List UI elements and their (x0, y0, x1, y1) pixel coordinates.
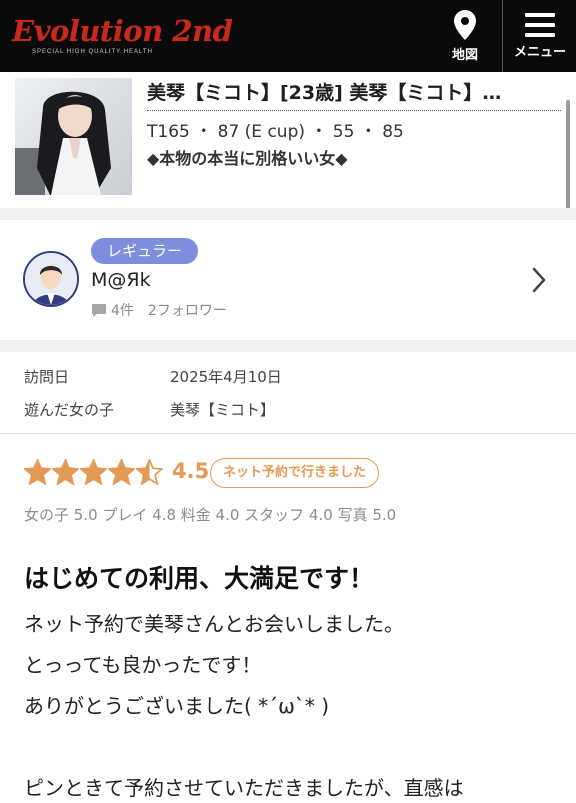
cast-catchphrase: ◆本物の本当に別格いい女◆ (147, 149, 348, 168)
menu-button[interactable]: メニュー (502, 0, 576, 72)
section-divider (0, 208, 576, 220)
star-icon (24, 459, 51, 486)
star-icon (52, 459, 79, 486)
cast-photo-image (15, 78, 132, 195)
girl-label: 遊んだ女の子 (24, 401, 115, 419)
map-pin-icon (454, 9, 476, 40)
avatar (23, 251, 79, 307)
review-line: ネット予約で美琴さんとお会いしました。 (24, 612, 404, 636)
logo-text: Evolution 2nd (12, 14, 233, 48)
review-title: はじめての利用、大満足です！ (24, 564, 375, 593)
logo-tagline: SPECIAL HIGH QUALITY HEALTH (32, 49, 153, 55)
rating-score: 4.5 (172, 459, 210, 483)
user-avatar-icon (25, 253, 77, 305)
subscores: 女の子 5.0 プレイ 4.8 料金 4.0 スタッフ 4.0 写真 5.0 (24, 506, 397, 524)
comment-icon (92, 303, 106, 317)
divider-line (0, 433, 576, 434)
review-count: 4件 (111, 303, 134, 319)
hamburger-menu-icon (525, 12, 555, 37)
section-divider (0, 340, 576, 352)
reviewer-meta: 4件 2フォロワー (91, 300, 227, 320)
visit-date-value: 2025年4月10日 (170, 368, 282, 386)
follower-count: 2フォロワー (147, 303, 227, 319)
menu-label: メニュー (513, 44, 566, 60)
map-label: 地図 (451, 47, 478, 63)
net-reservation-badge: ネット予約で行きました (210, 458, 380, 488)
map-button[interactable]: 地図 (432, 0, 498, 72)
star-icon (136, 459, 163, 486)
review-line: とっっても良かったです！ (24, 653, 262, 677)
girl-value[interactable]: 美琴【ミコト】 (170, 399, 275, 420)
visit-date-label: 訪問日 (24, 368, 70, 386)
cast-photo[interactable] (15, 78, 132, 195)
site-header: Evolution 2nd SPECIAL HIGH QUALITY HEALT… (0, 0, 576, 72)
cast-name[interactable]: 美琴【ミコト】[23歳] 美琴【ミコト】… (147, 78, 561, 111)
star-icon (80, 459, 107, 486)
site-logo[interactable]: Evolution 2nd SPECIAL HIGH QUALITY HEALT… (12, 14, 233, 55)
rank-badge: レギュラー (91, 238, 199, 264)
star-rating (24, 459, 164, 486)
cast-card[interactable]: 美琴【ミコト】[23歳] 美琴【ミコト】… T165 ・ 87 (E cup) … (0, 72, 576, 208)
chevron-right-icon[interactable] (532, 267, 546, 293)
star-icon (108, 459, 135, 486)
reviewer-card[interactable]: レギュラー M@Яk 4件 2フォロワー (0, 220, 576, 340)
cast-measurements: T165 ・ 87 (E cup) ・ 55 ・ 85 (147, 122, 404, 142)
reviewer-name[interactable]: M@Яk (91, 269, 151, 291)
review-line: ありがとうございました( *´ω`* ) (24, 694, 330, 718)
review-line: ピンときて予約させていただきましたが、直感は (24, 776, 464, 800)
